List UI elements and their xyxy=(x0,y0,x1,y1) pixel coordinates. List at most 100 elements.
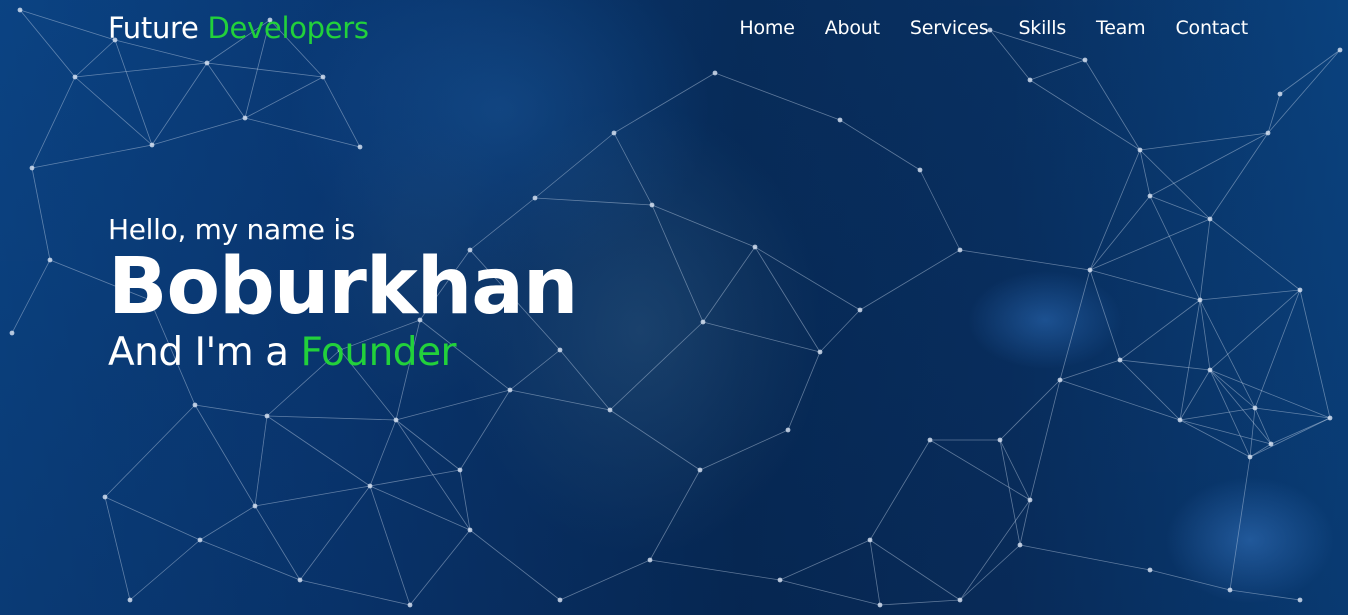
nav-link-services[interactable]: Services xyxy=(910,17,989,39)
network-node xyxy=(752,244,758,250)
network-node xyxy=(467,527,473,533)
network-node xyxy=(647,557,653,563)
nav-link-contact[interactable]: Contact xyxy=(1175,17,1248,39)
network-link xyxy=(534,132,615,199)
network-link xyxy=(1029,379,1061,501)
network-node xyxy=(367,483,373,489)
network-node xyxy=(297,577,303,583)
network-node xyxy=(857,307,863,313)
network-node xyxy=(957,597,963,603)
network-link xyxy=(702,246,756,323)
network-link xyxy=(244,117,361,148)
network-link xyxy=(469,529,561,601)
network-link xyxy=(754,246,821,353)
network-link xyxy=(266,415,397,421)
network-link xyxy=(534,197,653,206)
network-link xyxy=(151,62,208,146)
network-link xyxy=(11,259,51,334)
network-link xyxy=(254,415,268,507)
network-link xyxy=(649,559,781,581)
network-node xyxy=(1137,147,1143,153)
network-link xyxy=(859,249,961,311)
network-node xyxy=(817,349,823,355)
network-node xyxy=(1207,367,1213,373)
network-link xyxy=(322,76,361,148)
network-link xyxy=(369,485,411,606)
hero-name: Boburkhan xyxy=(108,242,578,332)
nav-link-home[interactable]: Home xyxy=(739,17,795,39)
network-link xyxy=(1199,289,1301,301)
network-node xyxy=(785,427,791,433)
network-node xyxy=(611,130,617,136)
network-node xyxy=(252,503,258,509)
network-link xyxy=(787,351,821,431)
network-node xyxy=(242,115,248,121)
network-link xyxy=(1299,289,1331,419)
network-link xyxy=(559,559,651,601)
logo-text-primary: Future xyxy=(108,11,199,45)
network-node xyxy=(357,144,363,150)
network-link xyxy=(1199,218,1211,301)
network-link xyxy=(869,539,881,606)
network-link xyxy=(1019,544,1151,571)
network-link xyxy=(1089,269,1121,361)
nav-menu: Home About Services Skills Team Contact xyxy=(739,17,1248,39)
nav-link-team[interactable]: Team xyxy=(1096,17,1146,39)
network-link xyxy=(1119,359,1181,421)
network-link xyxy=(1029,59,1086,81)
network-link xyxy=(1089,269,1201,301)
network-link xyxy=(1209,369,1251,458)
network-node xyxy=(1252,405,1258,411)
network-link xyxy=(244,76,324,119)
network-link xyxy=(1249,443,1272,458)
network-link xyxy=(1089,195,1151,271)
network-link xyxy=(299,485,371,581)
network-link xyxy=(206,62,324,78)
network-link xyxy=(839,119,921,171)
network-link xyxy=(1254,407,1331,419)
network-link xyxy=(1119,359,1211,371)
network-node xyxy=(149,142,155,148)
tagline-role: Founder xyxy=(300,330,457,375)
network-link xyxy=(1209,369,1272,445)
site-logo[interactable]: Future Developers xyxy=(108,11,369,45)
network-node xyxy=(1027,77,1033,83)
network-node xyxy=(320,74,326,80)
network-link xyxy=(959,249,1091,271)
network-node xyxy=(72,74,78,80)
network-link xyxy=(869,539,961,601)
network-node xyxy=(1247,454,1253,460)
nav-link-skills[interactable]: Skills xyxy=(1018,17,1066,39)
network-link xyxy=(1179,407,1256,421)
nav-item-contact: Contact xyxy=(1175,17,1248,39)
network-link xyxy=(1179,419,1272,445)
network-link xyxy=(509,389,611,411)
nav-link-about[interactable]: About xyxy=(825,17,880,39)
network-node xyxy=(1147,193,1153,199)
network-link xyxy=(254,485,371,507)
network-link xyxy=(369,469,461,487)
network-node xyxy=(507,387,513,393)
network-node xyxy=(1227,587,1233,593)
network-link xyxy=(104,496,201,541)
network-link xyxy=(1209,218,1301,291)
network-node xyxy=(917,167,923,173)
nav-item-about: About xyxy=(825,17,880,39)
network-link xyxy=(459,389,511,471)
network-link xyxy=(1267,49,1341,134)
network-link xyxy=(613,132,653,206)
network-link xyxy=(1209,132,1269,220)
network-link xyxy=(459,469,471,531)
network-node xyxy=(877,602,883,608)
hero-tagline: And I'm a Founder xyxy=(108,328,577,378)
navbar: Future Developers Home About Services Sk… xyxy=(0,0,1348,56)
network-node xyxy=(957,247,963,253)
network-link xyxy=(409,529,471,606)
network-link xyxy=(199,539,301,581)
network-link xyxy=(395,419,461,471)
network-link xyxy=(779,539,871,581)
network-node xyxy=(29,165,35,171)
network-node xyxy=(1017,542,1023,548)
network-node xyxy=(1277,91,1283,97)
tagline-prefix: And I'm a xyxy=(108,330,289,375)
